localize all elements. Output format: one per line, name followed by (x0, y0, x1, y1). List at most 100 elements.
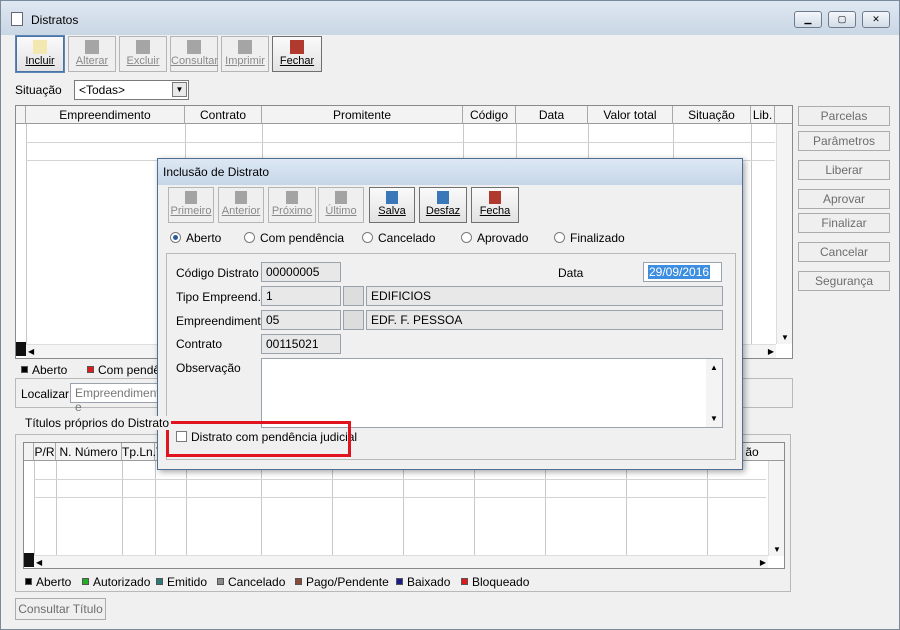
last-icon (335, 191, 347, 204)
legend-aberto: Aberto (21, 363, 67, 377)
situacao-label: Situação (15, 83, 62, 97)
titulos-label: Títulos próprios do Distrato (23, 416, 172, 430)
chevron-left-icon[interactable]: ◀ (28, 347, 34, 356)
tipo-empreend-label: Tipo Empreend. (176, 290, 261, 304)
legend2-cancelado: Cancelado (217, 575, 285, 589)
titulos-horizontal-scrollbar[interactable]: ◀ ▶ (34, 555, 768, 568)
contrato-label: Contrato (176, 337, 223, 351)
contrato-field[interactable]: 00115021 (261, 334, 341, 354)
exit-icon (489, 191, 501, 204)
aprovar-button[interactable]: Aprovar (798, 189, 890, 209)
minimize-button[interactable]: ▁ (794, 11, 822, 28)
imprimir-button[interactable]: Imprimir (221, 36, 269, 72)
observacao-scrollbar[interactable]: ▲ ▼ (706, 359, 722, 427)
dialog-title: Inclusão de Distrato (158, 159, 742, 185)
liberar-button[interactable]: Liberar (798, 160, 890, 180)
search-icon[interactable] (343, 286, 364, 306)
parcelas-button[interactable]: Parcelas (798, 106, 890, 126)
chevron-down-icon[interactable]: ▼ (706, 414, 722, 423)
next-icon (286, 191, 298, 204)
status-radio-aberto[interactable]: Aberto (170, 231, 221, 245)
highlight-box (166, 421, 351, 457)
consultar-button[interactable]: Consultar (170, 36, 218, 72)
chevron-down-icon[interactable]: ▼ (777, 333, 792, 342)
parametros-button[interactable]: Parâmetros (798, 131, 890, 151)
legend2-autorizado: Autorizado (82, 575, 150, 589)
chevron-up-icon[interactable]: ▲ (706, 363, 722, 372)
first-icon (185, 191, 197, 204)
previous-icon (235, 191, 247, 204)
fechar-button[interactable]: Fechar (272, 36, 322, 72)
titulos-vertical-scrollbar[interactable]: ▼ (768, 461, 784, 556)
close-button[interactable]: ✕ (862, 11, 890, 28)
data-field[interactable]: 29/09/2016 (643, 262, 722, 282)
query-icon (187, 40, 201, 54)
chevron-right-icon[interactable]: ▶ (760, 558, 766, 567)
fecha-button[interactable]: Fecha (471, 187, 519, 223)
vertical-scrollbar[interactable]: ▼ (776, 124, 792, 344)
save-icon (386, 191, 398, 204)
legend2-pago-pendente: Pago/Pendente (295, 575, 389, 589)
status-radio-aprovado[interactable]: Aprovado (461, 231, 528, 245)
empreendimento-code-field[interactable]: 05 (261, 310, 341, 330)
primeiro-button[interactable]: Primeiro (168, 187, 214, 223)
empreendimento-label: Empreendimento (176, 314, 268, 328)
localizar-label: Localizar (21, 387, 70, 401)
col-pr[interactable]: P/R (34, 443, 56, 461)
alterar-button[interactable]: Alterar (68, 36, 116, 72)
anterior-button[interactable]: Anterior (218, 187, 264, 223)
maximize-button[interactable]: ▢ (828, 11, 856, 28)
new-icon (33, 40, 47, 54)
delete-icon (136, 40, 150, 54)
legend2-bloqueado: Bloqueado (461, 575, 529, 589)
empreendimento-desc-field[interactable]: EDF. F. PESSOA (366, 310, 723, 330)
col-lib[interactable]: Lib. (751, 106, 775, 124)
desfaz-button[interactable]: Desfaz (419, 187, 467, 223)
app-icon (11, 12, 23, 26)
observacao-textarea[interactable]: ▲ ▼ (261, 358, 723, 428)
finalizar-button[interactable]: Finalizar (798, 213, 890, 233)
title-bar: Distratos ▁ ▢ ✕ (1, 1, 899, 35)
codigo-label: Código Distrato (176, 266, 259, 280)
tipo-empreend-desc-field[interactable]: EDIFICIOS (366, 286, 723, 306)
exit-icon (290, 40, 304, 54)
legend2-emitido: Emitido (156, 575, 207, 589)
col-valor-total[interactable]: Valor total (588, 106, 673, 124)
col-tp-ln[interactable]: Tp.Ln.T (122, 443, 163, 461)
legend-com-pendencia: Com pendê (87, 363, 160, 377)
status-radio-finalizado[interactable]: Finalizado (554, 231, 625, 245)
col-situacao[interactable]: Situação (673, 106, 751, 124)
proximo-button[interactable]: Próximo (268, 187, 316, 223)
consultar-titulo-button[interactable]: Consultar Título (15, 598, 106, 620)
col-codigo[interactable]: Código (463, 106, 516, 124)
legend2-baixado: Baixado (396, 575, 450, 589)
situacao-select[interactable]: <Todas> ▼ (74, 80, 189, 100)
chevron-right-icon[interactable]: ▶ (768, 347, 774, 356)
tipo-empreend-code-field[interactable]: 1 (261, 286, 341, 306)
grid-header: Empreendimento Contrato Promitente Códig… (16, 106, 792, 124)
salva-button[interactable]: Salva (369, 187, 415, 223)
seguranca-button[interactable]: Segurança (798, 271, 890, 291)
undo-icon (437, 191, 449, 204)
chevron-down-icon[interactable]: ▼ (172, 82, 187, 97)
col-n-numero[interactable]: N. Número (56, 443, 122, 461)
col-contrato[interactable]: Contrato (185, 106, 262, 124)
chevron-down-icon[interactable]: ▼ (769, 545, 784, 554)
excluir-button[interactable]: Excluir (119, 36, 167, 72)
status-radio-com-pendencia[interactable]: Com pendência (244, 231, 344, 245)
col-empreendimento[interactable]: Empreendimento (26, 106, 185, 124)
legend2-aberto: Aberto (25, 575, 71, 589)
data-label: Data (558, 266, 584, 280)
window-title: Distratos (31, 13, 79, 27)
status-radio-cancelado[interactable]: Cancelado (362, 231, 435, 245)
codigo-field[interactable]: 00000005 (261, 262, 341, 282)
search-icon[interactable] (343, 310, 364, 330)
incluir-button[interactable]: Incluir (15, 35, 65, 73)
cancelar-button[interactable]: Cancelar (798, 242, 890, 262)
chevron-left-icon[interactable]: ◀ (36, 558, 42, 567)
edit-icon (85, 40, 99, 54)
col-data[interactable]: Data (516, 106, 588, 124)
ultimo-button[interactable]: Último (318, 187, 364, 223)
localizar-input[interactable]: Empreendimento e (70, 383, 170, 414)
col-promitente[interactable]: Promitente (262, 106, 463, 124)
